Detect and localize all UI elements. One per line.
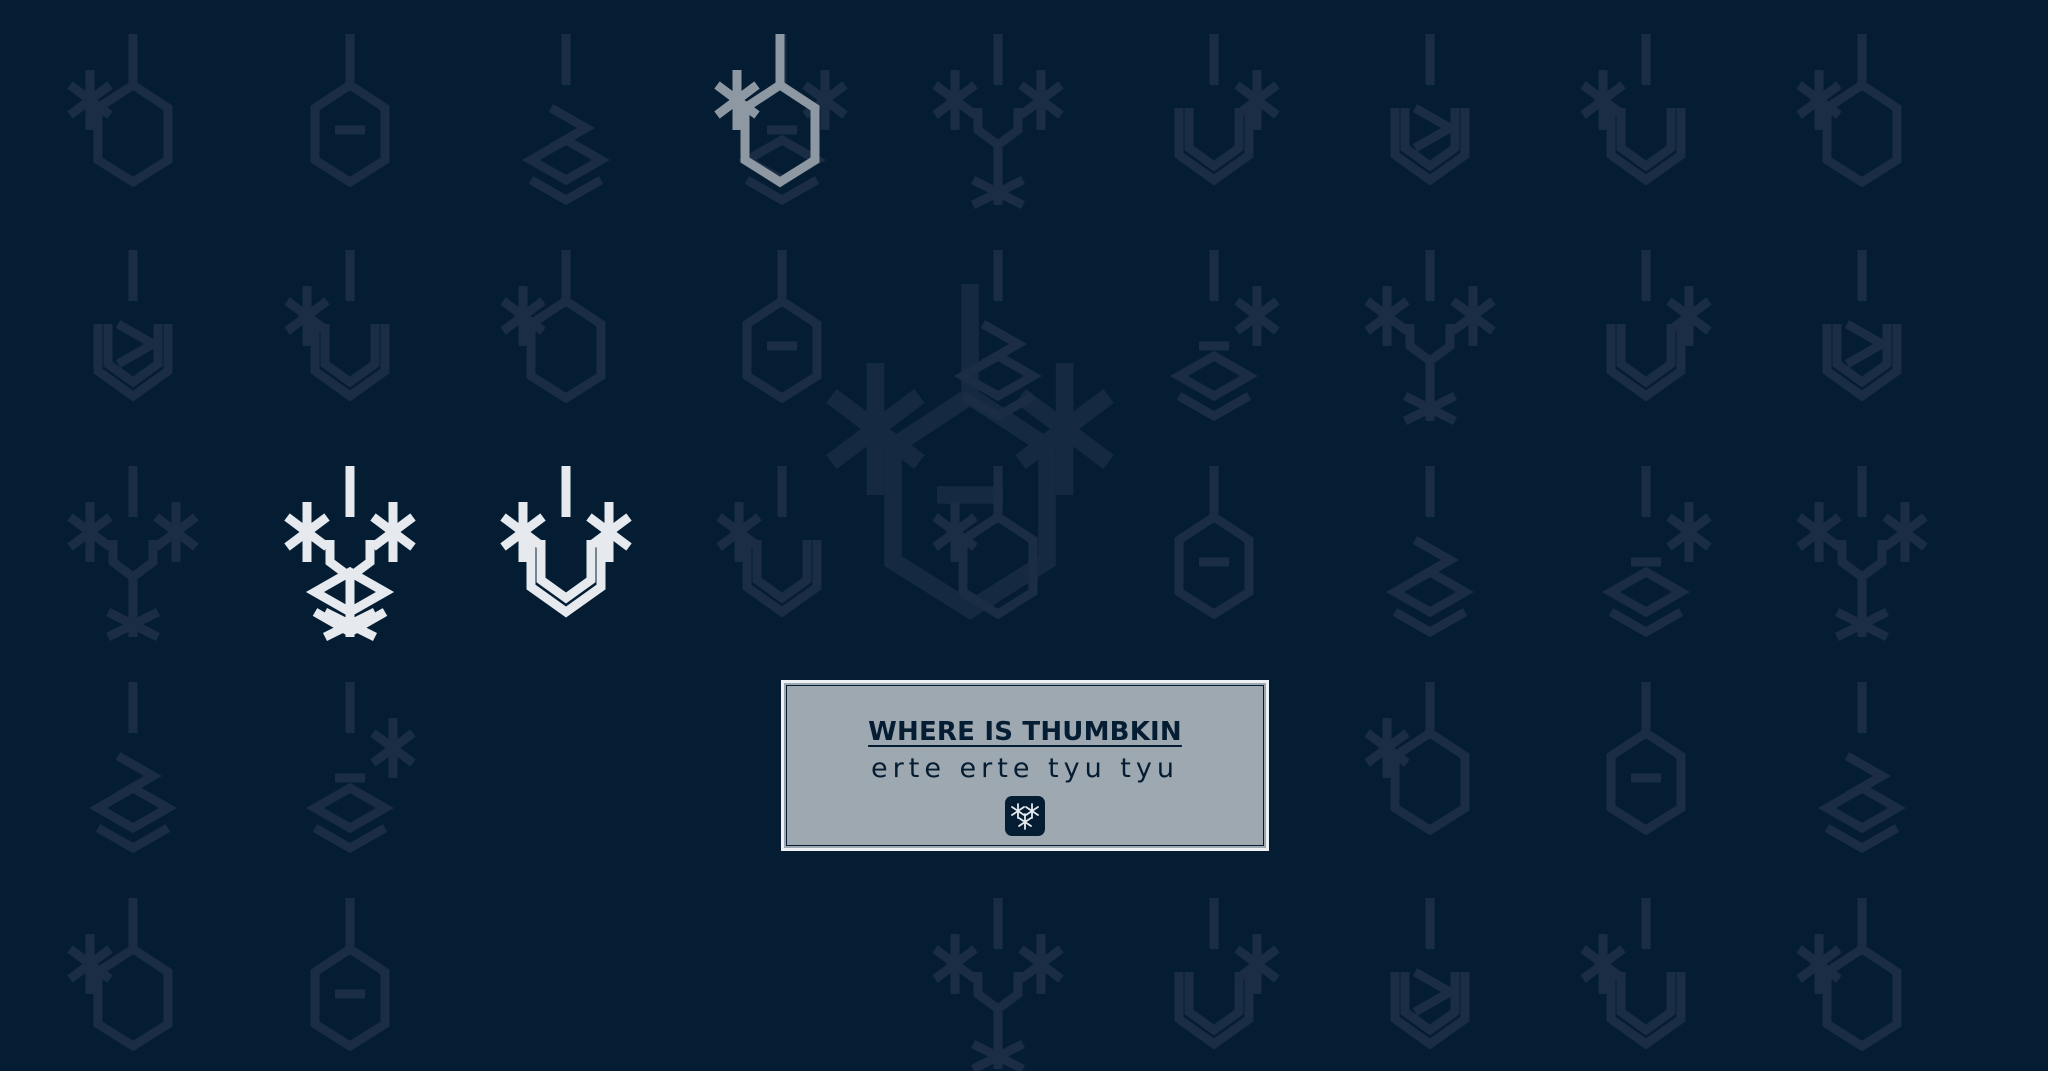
background-glyph: [1174, 898, 1280, 1050]
glyph-pattern: [67, 34, 1928, 1071]
background-glyph: [67, 898, 173, 1052]
background-glyph: [1822, 250, 1902, 402]
background-glyph: [1796, 466, 1928, 642]
background-glyph: [1169, 250, 1280, 422]
glyph-background: [0, 0, 2048, 1071]
background-glyph: [1364, 682, 1470, 836]
background-glyph: [521, 34, 611, 206]
background-glyph: [1390, 898, 1470, 1050]
background-glyph: [1796, 34, 1902, 188]
background-glyph: [1606, 682, 1686, 836]
dialog-card: WHERE IS THUMBKIN erte erte tyu tyu: [781, 680, 1269, 851]
card-title: WHERE IS THUMBKIN: [868, 717, 1182, 747]
background-glyph: [1817, 682, 1907, 854]
background-glyph: [1601, 466, 1712, 638]
background-glyph: [67, 34, 173, 188]
background-glyph: [1364, 250, 1496, 426]
background-glyph: [310, 898, 390, 1052]
background-glyph: [1390, 34, 1470, 186]
background-glyph: [1385, 466, 1475, 638]
background-glyph: [284, 250, 390, 402]
background-glyph: [932, 34, 1064, 210]
background-glyph: [305, 682, 416, 854]
background-glyph: [93, 250, 173, 402]
large-center-glyph: [826, 283, 1114, 620]
background-glyph: [500, 250, 606, 404]
background-glyph: [742, 250, 822, 404]
background-glyph: [932, 898, 1064, 1071]
background-glyph: [67, 466, 199, 642]
snowflake-icon[interactable]: [1005, 796, 1045, 836]
background-glyph: [1796, 898, 1902, 1052]
background-glyph: [310, 34, 390, 188]
highlight-glyph-2: [500, 466, 632, 618]
background-glyph: [1606, 250, 1712, 402]
background-glyph: [1174, 34, 1280, 186]
highlight-glyph-1: [284, 466, 416, 642]
background-glyph: [1580, 898, 1686, 1050]
snowflake-icon-glyph: [1011, 803, 1039, 830]
background-glyph: [1174, 466, 1254, 620]
card-subtitle: erte erte tyu tyu: [871, 753, 1179, 784]
background-glyph: [1580, 34, 1686, 186]
highlight-glyph-top: [714, 34, 820, 188]
background-glyph: [716, 466, 822, 618]
background-glyph: [88, 682, 178, 854]
